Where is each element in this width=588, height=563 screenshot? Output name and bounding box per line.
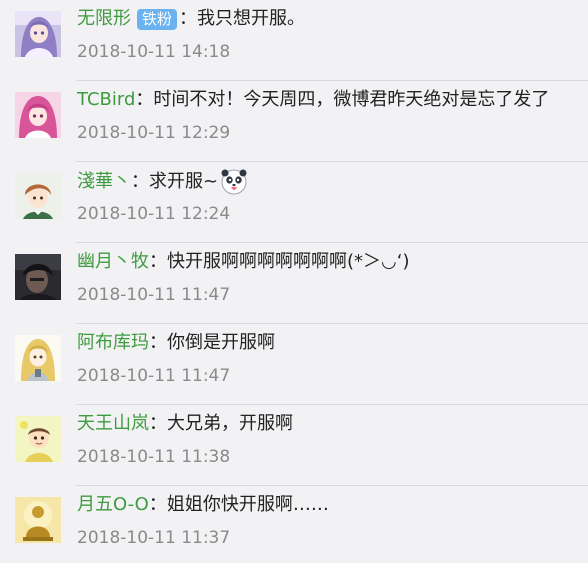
comment-item: 天王山岚 ： 大兄弟，开服啊 2018-10-11 11:38	[0, 405, 588, 486]
comment-line: 天王山岚 ： 大兄弟，开服啊	[77, 411, 293, 437]
fan-badge[interactable]: 铁粉	[137, 8, 178, 30]
comment-item: 无限形 铁粉 ： 我只想开服。 2018-10-11 14:18	[0, 0, 588, 81]
colon: ：	[179, 8, 198, 29]
comment-line: 无限形 铁粉 ： 我只想开服。	[77, 6, 305, 32]
username-link[interactable]: 天王山岚	[77, 411, 149, 437]
username-link[interactable]: 阿布库玛	[77, 330, 149, 356]
anime-girl-purple-avatar[interactable]	[15, 11, 61, 57]
golden-figure-avatar[interactable]	[15, 497, 61, 543]
comment-text: 你倒是开服啊	[167, 332, 275, 353]
username-link[interactable]: TCBird	[77, 87, 135, 113]
comment-text: 我只想开服。	[197, 8, 306, 29]
comment-timestamp: 2018-10-11 14:18	[77, 42, 231, 62]
colon: ：	[149, 251, 167, 272]
comment-text: 姐姐你快开服啊……	[166, 494, 329, 515]
colon: ：	[131, 171, 149, 192]
comment-line: 淺華丶 ： 求开服~	[77, 168, 248, 196]
comment-item: 淺華丶 ： 求开服~ 2018-10-11 12:24	[0, 162, 588, 243]
anime-girl-pink-avatar[interactable]	[15, 92, 61, 138]
colon: ：	[149, 332, 167, 353]
panda-tongue-emoji	[221, 169, 247, 195]
comment-line: 阿布库玛 ： 你倒是开服啊	[77, 330, 275, 356]
comment-timestamp: 2018-10-11 11:37	[77, 528, 231, 548]
comment-text: 快开服啊啊啊啊啊啊啊(*＞◡‘)	[167, 251, 410, 272]
colon: ：	[135, 89, 154, 110]
username-link[interactable]: 幽月丶牧	[77, 249, 149, 275]
comment-timestamp: 2018-10-11 12:29	[77, 123, 231, 143]
anime-blonde-avatar[interactable]	[15, 335, 61, 381]
comment-timestamp: 2018-10-11 12:24	[77, 204, 231, 224]
dark-photo-avatar[interactable]	[15, 254, 61, 300]
comment-line: TCBird ： 时间不对！今天周四，微博君昨天绝对是忘了发了	[77, 87, 549, 113]
comment-text: 时间不对！今天周四，微博君昨天绝对是忘了发了	[153, 89, 550, 110]
comment-item: 幽月丶牧 ： 快开服啊啊啊啊啊啊啊(*＞◡‘) 2018-10-11 11:47	[0, 243, 588, 324]
comment-item: 阿布库玛 ： 你倒是开服啊 2018-10-11 11:47	[0, 324, 588, 405]
username-link[interactable]: 淺華丶	[77, 169, 131, 195]
comment-item: TCBird ： 时间不对！今天周四，微博君昨天绝对是忘了发了 2018-10-…	[0, 81, 588, 162]
comment-text: 大兄弟，开服啊	[167, 413, 293, 434]
comment-timestamp: 2018-10-11 11:47	[77, 285, 231, 305]
colon: ：	[148, 494, 167, 515]
anime-boy-brown-avatar[interactable]	[15, 173, 61, 219]
comment-timestamp: 2018-10-11 11:38	[77, 447, 231, 467]
colon: ：	[149, 413, 167, 434]
comment-timestamp: 2018-10-11 11:47	[77, 366, 231, 386]
comment-list: 无限形 铁粉 ： 我只想开服。 2018-10-11 14:18 TCBird …	[0, 0, 588, 563]
username-link[interactable]: 无限形	[77, 6, 131, 32]
comment-item: 月五O-O ： 姐姐你快开服啊…… 2018-10-11 11:37	[0, 486, 588, 563]
comment-line: 月五O-O ： 姐姐你快开服啊……	[77, 492, 329, 518]
comment-text: 求开服~	[149, 171, 219, 192]
username-link[interactable]: 月五O-O	[77, 492, 149, 518]
comment-line: 幽月丶牧 ： 快开服啊啊啊啊啊啊啊(*＞◡‘)	[77, 249, 409, 275]
cartoon-kid-avatar[interactable]	[15, 416, 61, 462]
